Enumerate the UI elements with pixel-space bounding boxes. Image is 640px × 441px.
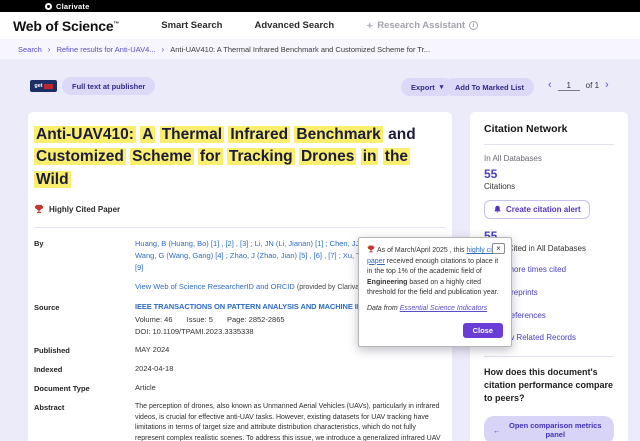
indexed-label: Indexed [34,364,135,374]
divider [484,356,614,357]
get-it-badge[interactable]: get [30,80,57,92]
product-name: Web of Science [13,18,113,34]
abstract-text: The perception of drones, also known as … [135,402,446,441]
full-text-button[interactable]: Full text at publisher [62,77,155,95]
create-citation-alert-label: Create citation alert [506,205,581,214]
field-abstract: Abstract The perception of drones, also … [34,402,446,441]
highly-cited-tooltip: × As of March/April 2025 , this highly c… [358,237,512,347]
volume: Volume: 46 [135,315,173,324]
breadcrumb: Search › Refine results for Anti-UAV4...… [0,39,640,59]
divider [484,144,614,145]
by-label: By [34,238,135,273]
page-of-label: of 1 [586,81,599,90]
paper-title: Anti-UAV410: A Thermal Infrared Benchmar… [34,124,442,191]
page-range: Page: 2852-2865 [227,315,285,324]
web-of-science-page: Clarivate Web of Science™ Smart Search A… [0,0,640,441]
doctype-value: Article [135,383,446,393]
appbar: Web of Science™ Smart Search Advanced Se… [0,12,640,39]
nav-smart-search[interactable]: Smart Search [161,20,222,31]
next-page-icon[interactable]: › [605,80,609,91]
get-it-red-mark [44,84,53,89]
breadcrumb-separator-icon: › [162,45,165,54]
source-label: Source [34,302,135,336]
product-title: Web of Science™ [13,18,119,34]
tooltip-field-name: Engineering [367,279,407,286]
highly-cited-label: Highly Cited Paper [49,205,120,214]
breadcrumb-separator-icon: › [48,45,51,54]
breadcrumb-search[interactable]: Search [18,45,42,54]
prev-page-icon[interactable]: ‹ [548,80,552,91]
tooltip-text: As of March/April 2025 , this highly cit… [367,245,503,299]
field-doctype: Document Type Article [34,383,446,393]
sparkle-icon [366,22,373,29]
trophy-icon [34,204,44,214]
research-assistant-label: Research Assistant [377,20,465,31]
full-text-label: Full text at publisher [72,82,145,91]
nav-research-assistant[interactable]: Research Assistant i [366,20,478,31]
clarivate-topbar: Clarivate [0,0,640,12]
highly-cited-badge: Highly Cited Paper [34,204,446,214]
trademark: ™ [113,21,119,27]
bell-icon [493,205,502,214]
tooltip-prefix: As of March/April 2025 , this [377,247,466,254]
tooltip-footer: Close [367,320,503,338]
arrow-left-icon: ← [493,426,501,435]
provided-by-note: (provided by Clarivate) [297,284,367,291]
doctype-label: Document Type [34,383,135,393]
issue: Issue: 5 [187,315,213,324]
breadcrumb-current: Anti-UAV410: A Thermal Infrared Benchmar… [170,45,430,54]
divider [34,227,446,228]
citations-count[interactable]: 55 [484,167,614,181]
tooltip-data-from: Data from Essential Science Indicators [367,305,503,312]
comparison-question: How does this document's citation perfor… [484,366,614,405]
open-comparison-metrics-label: Open comparison metrics panel [506,421,606,439]
get-it-label: get [34,83,42,89]
open-comparison-metrics-button[interactable]: ← Open comparison metrics panel [484,416,614,441]
chevron-down-icon: ▾ [440,83,444,91]
info-icon: i [469,21,478,30]
create-citation-alert-button[interactable]: Create citation alert [484,200,590,219]
published-value: MAY 2024 [135,345,446,355]
tooltip-close-button[interactable]: Close [463,323,503,338]
add-to-marked-list-button[interactable]: Add To Marked List [445,78,534,96]
researcher-id-link[interactable]: View Web of Science ResearcherID and ORC… [135,282,295,291]
essential-science-indicators-link[interactable]: Essential Science Indicators [400,305,488,312]
export-label: Export [411,83,435,92]
tooltip-middle: received enough citations to place it in… [367,258,498,276]
abstract-label: Abstract [34,402,135,441]
published-label: Published [34,345,135,355]
page-number-input[interactable] [558,81,580,91]
nav-advanced-search[interactable]: Advanced Search [255,20,335,31]
breadcrumb-refine-results[interactable]: Refine results for Anti-UAV4... [56,45,155,54]
field-published: Published MAY 2024 [34,345,446,355]
data-from-prefix: Data from [367,305,400,312]
indexed-value: 2024-04-18 [135,364,446,374]
tooltip-close-icon[interactable]: × [492,243,505,254]
pagination: ‹ of 1 › [548,80,609,91]
main-nav: Smart Search Advanced Search Research As… [161,20,478,31]
citation-network-title: Citation Network [484,123,614,135]
field-indexed: Indexed 2024-04-18 [34,364,446,374]
citations-label: Citations [484,182,614,191]
clarivate-logo-icon [45,3,52,10]
clarivate-brand: Clarivate [56,2,90,11]
trophy-icon [367,245,375,253]
in-all-databases-label: In All Databases [484,154,614,163]
add-to-marked-label: Add To Marked List [455,83,524,92]
